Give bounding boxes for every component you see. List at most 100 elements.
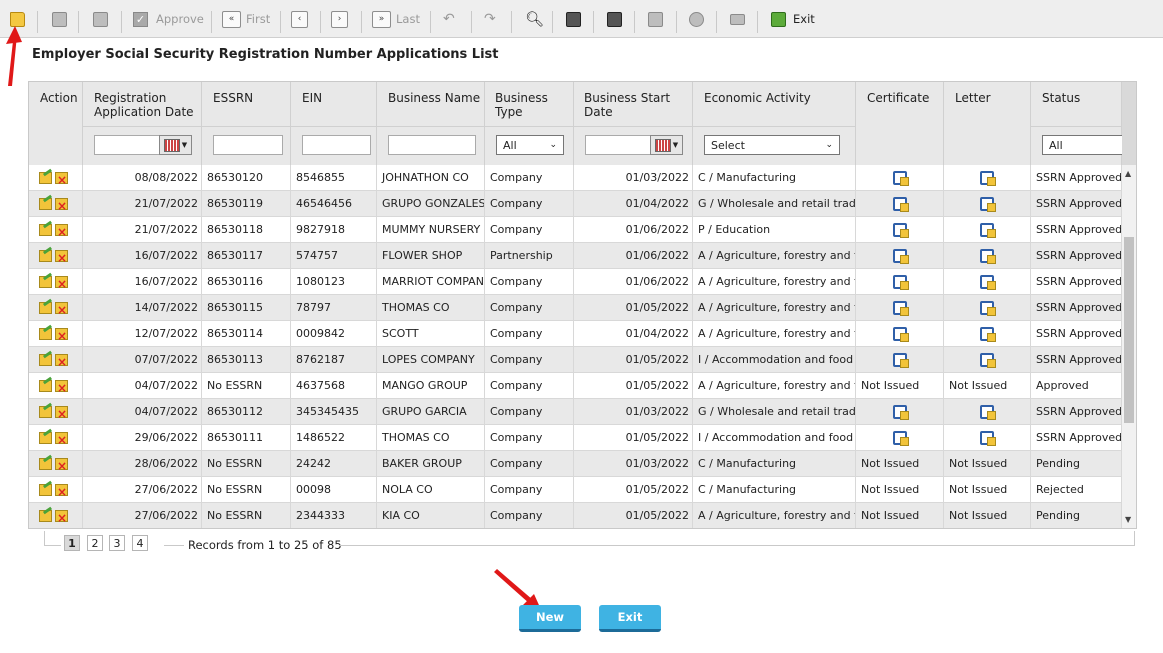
edit-icon[interactable] (39, 510, 52, 522)
certificate-cell[interactable] (856, 425, 944, 451)
delete-icon[interactable] (55, 506, 68, 528)
letter-document-icon[interactable] (980, 431, 996, 446)
next-button[interactable]: › (331, 9, 348, 29)
delete-icon[interactable] (55, 168, 68, 191)
ein-filter[interactable] (302, 135, 371, 155)
letter-cell[interactable] (944, 165, 1031, 191)
delete-icon[interactable] (55, 454, 68, 477)
certificate-cell[interactable] (856, 295, 944, 321)
letter-cell[interactable] (944, 425, 1031, 451)
status-select[interactable]: All (1042, 135, 1122, 155)
save-button[interactable] (566, 9, 581, 29)
edit-icon[interactable] (39, 302, 52, 314)
economic-activity-select[interactable]: Select ⌄ (704, 135, 840, 155)
previous-button[interactable]: ‹ (291, 9, 308, 29)
certificate-document-icon[interactable] (892, 431, 909, 446)
add-record-button[interactable] (52, 9, 67, 29)
letter-cell[interactable] (944, 269, 1031, 295)
letter-document-icon[interactable] (980, 405, 996, 420)
header-essrn[interactable]: ESSRN (202, 82, 291, 165)
letter-document-icon[interactable] (980, 171, 996, 186)
letter-cell[interactable] (944, 217, 1031, 243)
print-button[interactable] (730, 9, 745, 29)
certificate-cell[interactable] (856, 321, 944, 347)
page-2-button[interactable]: 2 (87, 535, 103, 551)
certificate-document-icon[interactable] (892, 197, 909, 212)
undo-button[interactable]: ↶ (443, 9, 455, 29)
edit-record-button[interactable] (93, 9, 108, 29)
letter-cell[interactable] (944, 399, 1031, 425)
registration-date-filter[interactable] (94, 135, 160, 155)
tools-button[interactable] (689, 9, 704, 29)
table-row[interactable]: 14/07/20228653011578797THOMAS COCompany0… (29, 295, 1122, 321)
letter-document-icon[interactable] (980, 223, 996, 238)
table-row[interactable]: 16/07/202286530117574757FLOWER SHOPPartn… (29, 243, 1122, 269)
business-start-date-calendar-button[interactable]: ▼ (650, 135, 683, 155)
header-status[interactable]: Status All (1031, 82, 1122, 165)
delete-icon[interactable] (55, 402, 68, 425)
header-ein[interactable]: EIN (291, 82, 377, 165)
letter-document-icon[interactable] (980, 197, 996, 212)
letter-cell[interactable] (944, 321, 1031, 347)
edit-icon[interactable] (39, 458, 52, 470)
letter-document-icon[interactable] (980, 275, 996, 290)
certificate-cell[interactable] (856, 269, 944, 295)
delete-icon[interactable] (55, 298, 68, 321)
table-row[interactable]: 29/06/2022865301111486522THOMAS COCompan… (29, 425, 1122, 451)
exit-toolbar-button[interactable]: Exit (771, 9, 815, 29)
approve-button[interactable]: ✓ Approve (133, 9, 204, 29)
business-type-select[interactable]: All ⌄ (496, 135, 564, 155)
delete-record-button[interactable] (648, 9, 663, 29)
edit-icon[interactable] (39, 276, 52, 288)
header-economic-activity[interactable]: Economic Activity Select ⌄ (693, 82, 856, 165)
delete-icon[interactable] (55, 272, 68, 295)
business-start-date-filter[interactable] (585, 135, 651, 155)
essrn-filter[interactable] (213, 135, 283, 155)
certificate-cell[interactable] (856, 399, 944, 425)
letter-cell[interactable] (944, 243, 1031, 269)
certificate-cell[interactable] (856, 191, 944, 217)
certificate-document-icon[interactable] (892, 275, 909, 290)
certificate-document-icon[interactable] (892, 301, 909, 316)
save-as-button[interactable] (607, 9, 622, 29)
certificate-cell[interactable] (856, 217, 944, 243)
edit-icon[interactable] (39, 328, 52, 340)
vertical-scrollbar[interactable]: ▲ ▼ (1122, 165, 1136, 528)
delete-icon[interactable] (55, 324, 68, 347)
edit-icon[interactable] (39, 432, 52, 444)
exit-button[interactable]: Exit (599, 605, 661, 632)
table-row[interactable]: 12/07/2022865301140009842SCOTTCompany01/… (29, 321, 1122, 347)
delete-icon[interactable] (55, 350, 68, 373)
last-button[interactable]: » Last (372, 9, 420, 29)
edit-icon[interactable] (39, 198, 52, 210)
header-business-type[interactable]: Business Type All ⌄ (485, 82, 574, 165)
edit-icon[interactable] (39, 380, 52, 392)
page-1-button[interactable]: 1 (64, 535, 80, 551)
page-3-button[interactable]: 3 (109, 535, 125, 551)
edit-icon[interactable] (39, 354, 52, 366)
edit-icon[interactable] (39, 484, 52, 496)
certificate-document-icon[interactable] (892, 353, 909, 368)
certificate-document-icon[interactable] (892, 249, 909, 264)
edit-icon[interactable] (39, 250, 52, 262)
letter-cell[interactable] (944, 347, 1031, 373)
certificate-document-icon[interactable] (892, 223, 909, 238)
table-row[interactable]: 28/06/2022No ESSRN24242BAKER GROUPCompan… (29, 451, 1122, 477)
redo-button[interactable]: ↷ (484, 9, 496, 29)
delete-icon[interactable] (55, 246, 68, 269)
delete-icon[interactable] (55, 194, 68, 217)
header-business-start-date[interactable]: Business Start Date ▼ (574, 82, 693, 165)
certificate-cell[interactable] (856, 165, 944, 191)
registration-date-calendar-button[interactable]: ▼ (159, 135, 192, 155)
first-button[interactable]: « First (222, 9, 270, 29)
header-business-name[interactable]: Business Name (377, 82, 485, 165)
table-row[interactable]: 16/07/2022865301161080123MARRIOT COMPANY… (29, 269, 1122, 295)
delete-icon[interactable] (55, 376, 68, 399)
table-row[interactable]: 04/07/202286530112345345435GRUPO GARCIAC… (29, 399, 1122, 425)
new-button[interactable]: New (519, 605, 581, 632)
scroll-down-arrow-icon[interactable]: ▼ (1125, 515, 1131, 524)
letter-document-icon[interactable] (980, 249, 996, 264)
table-row[interactable]: 27/06/2022No ESSRN2344333KIA COCompany01… (29, 503, 1122, 528)
edit-icon[interactable] (39, 224, 52, 236)
certificate-cell[interactable] (856, 243, 944, 269)
